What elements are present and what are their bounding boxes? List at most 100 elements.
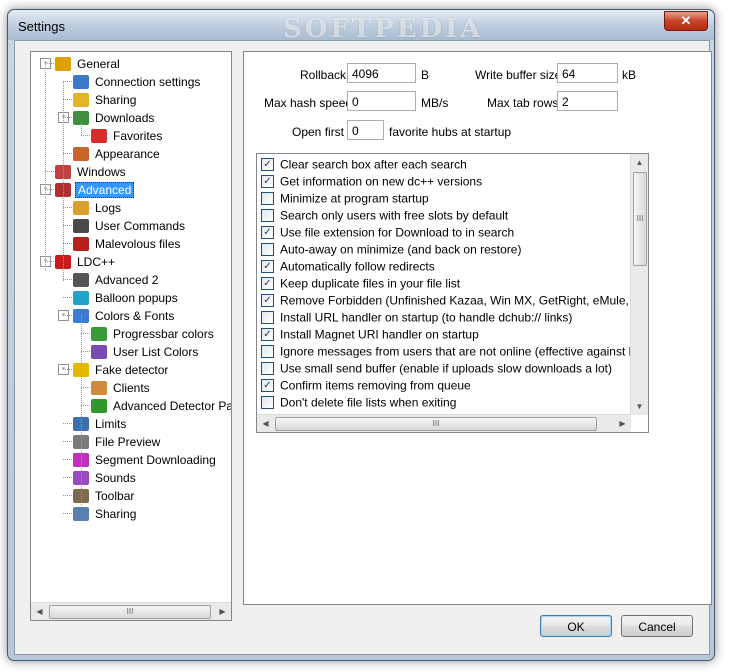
option-row[interactable]: ✓ Keep duplicate files in your file list: [261, 275, 460, 292]
option-checkbox[interactable]: [261, 345, 274, 359]
tree-item-logs[interactable]: Logs: [73, 198, 123, 216]
paint-icon: [73, 146, 89, 161]
options-checklist[interactable]: ✓ Clear search box after each search ✓ Get …: [256, 153, 649, 433]
options-scroll-thumb[interactable]: III: [633, 172, 647, 266]
option-row[interactable]: ✓ Confirm items removing from queue: [261, 377, 471, 394]
tree-connector-line: [45, 171, 54, 172]
tree-item-malevolous-files[interactable]: Malevolous files: [73, 234, 182, 252]
options-scroll-right-arrow-icon[interactable]: ▶: [614, 415, 631, 432]
tree-item-advanced-2[interactable]: Advanced 2: [73, 270, 160, 288]
option-checkbox[interactable]: ✓: [261, 328, 274, 342]
tree-item-connection-settings[interactable]: Connection settings: [73, 72, 202, 90]
tree-item-sounds[interactable]: Sounds: [73, 468, 138, 486]
option-checkbox[interactable]: ✓: [261, 158, 274, 172]
max-hash-unit: MB/s: [421, 96, 449, 110]
max-tab-rows-field[interactable]: 2: [557, 91, 618, 111]
tree-item-favorites[interactable]: Favorites: [91, 126, 164, 144]
tree-item-segment-downloading[interactable]: Segment Downloading: [73, 450, 218, 468]
log-icon: [73, 200, 89, 215]
settings-tree[interactable]: General - Connection settings Sharing Downlo…: [30, 51, 232, 621]
userlist-icon: [91, 344, 107, 359]
option-checkbox[interactable]: [261, 243, 274, 257]
write-buffer-field[interactable]: 64: [557, 63, 618, 83]
tree-item-advanced-detector[interactable]: Advanced Detector Pa: [91, 396, 231, 414]
option-checkbox[interactable]: ✓: [261, 277, 274, 291]
open-first-field[interactable]: 0: [347, 120, 384, 140]
options-hscroll-thumb[interactable]: III: [275, 417, 597, 431]
tree-item-fake-detector[interactable]: Fake detector: [73, 360, 170, 378]
tree-connector-line: [63, 423, 72, 424]
option-checkbox[interactable]: ✓: [261, 226, 274, 240]
option-checkbox[interactable]: [261, 362, 274, 376]
tree-item-advanced[interactable]: Advanced: [55, 180, 135, 198]
tree-item-colors-fonts[interactable]: Colors & Fonts: [73, 306, 176, 324]
tree-connector-line: [81, 135, 90, 136]
close-button[interactable]: ✕: [664, 11, 708, 31]
scroll-up-arrow-icon[interactable]: ▲: [631, 154, 648, 171]
option-row[interactable]: ✓ Get information on new dc++ versions: [261, 173, 482, 190]
tree-guide-line: [81, 123, 82, 135]
tree-item-windows[interactable]: Windows: [55, 162, 128, 180]
option-checkbox[interactable]: [261, 311, 274, 325]
tree-item-label: Favorites: [113, 128, 163, 143]
tree-connector-line: [63, 459, 72, 460]
option-row[interactable]: Minimize at program startup: [261, 190, 429, 207]
options-vertical-scrollbar[interactable]: ▲ III ▼: [630, 154, 648, 415]
tree-connector-line: [63, 315, 72, 316]
option-row[interactable]: ✓ Remove Forbidden (Unfinished Kazaa, Win…: [261, 292, 631, 309]
option-checkbox[interactable]: ✓: [261, 175, 274, 189]
option-label: Confirm items removing from queue: [280, 378, 471, 393]
command-icon: [73, 218, 89, 233]
warning-file-icon: [73, 236, 89, 251]
scroll-left-arrow-icon[interactable]: ◀: [31, 603, 48, 620]
option-row[interactable]: Search only users with free slots by def…: [261, 207, 508, 224]
option-row[interactable]: Auto-away on minimize (and back on resto…: [261, 241, 521, 258]
tree-item-ldc[interactable]: LDC++: [55, 252, 117, 270]
tree-item-clients[interactable]: Clients: [91, 378, 152, 396]
tree-item-balloon-popups[interactable]: Balloon popups: [73, 288, 180, 306]
option-checkbox[interactable]: ✓: [261, 379, 274, 393]
tree-item-appearance[interactable]: Appearance: [73, 144, 162, 162]
tree-item-general[interactable]: General: [55, 54, 122, 72]
tree-item-label: Advanced Detector Pa: [113, 398, 231, 413]
ok-button[interactable]: OK: [540, 615, 612, 637]
tree-connector-line: [81, 405, 90, 406]
option-row[interactable]: Don't delete file lists when exiting: [261, 394, 456, 411]
option-checkbox[interactable]: [261, 396, 274, 410]
tree-item-label: Appearance: [95, 146, 160, 161]
tree-item-label: User List Colors: [113, 344, 199, 359]
option-checkbox[interactable]: ✓: [261, 294, 274, 308]
scroll-down-arrow-icon[interactable]: ▼: [631, 398, 648, 415]
max-hash-field[interactable]: 0: [347, 91, 416, 111]
tree-horizontal-scrollbar[interactable]: ◀ III ▶: [31, 602, 231, 620]
tree-item-file-preview[interactable]: File Preview: [73, 432, 162, 450]
option-row[interactable]: ✓ Automatically follow redirects: [261, 258, 435, 275]
tree-item-downloads[interactable]: Downloads: [73, 108, 156, 126]
option-row[interactable]: Ignore messages from users that are not …: [261, 343, 631, 360]
tree-item-sharing[interactable]: Sharing: [73, 90, 138, 108]
scroll-thumb[interactable]: III: [49, 605, 211, 619]
tree-item-progressbar-colors[interactable]: Progressbar colors: [91, 324, 216, 342]
tree-item-label: Fake detector: [95, 362, 169, 377]
option-row[interactable]: ✓ Clear search box after each search: [261, 156, 467, 173]
tree-item-user-list-colors[interactable]: User List Colors: [91, 342, 200, 360]
option-checkbox[interactable]: [261, 209, 274, 223]
option-row[interactable]: Install URL handler on startup (to handl…: [261, 309, 572, 326]
option-row[interactable]: ✓ Use file extension for Download to in s…: [261, 224, 514, 241]
progressbar-icon: [91, 326, 107, 341]
option-checkbox[interactable]: [261, 192, 274, 206]
tree-item-label: Malevolous files: [95, 236, 181, 251]
tree-item-toolbar[interactable]: Toolbar: [73, 486, 136, 504]
options-scroll-left-arrow-icon[interactable]: ◀: [257, 415, 274, 432]
tree-connector-line: [63, 369, 72, 370]
option-checkbox[interactable]: ✓: [261, 260, 274, 274]
tree-item-sharing-2[interactable]: Sharing: [73, 504, 138, 522]
rollback-field[interactable]: 4096: [347, 63, 416, 83]
option-row[interactable]: ✓ Install Magnet URI handler on startup: [261, 326, 479, 343]
options-horizontal-scrollbar[interactable]: ◀ III ▶: [257, 414, 631, 432]
option-row[interactable]: Use small send buffer (enable if uploads…: [261, 360, 612, 377]
tree-item-user-commands[interactable]: User Commands: [73, 216, 187, 234]
scroll-right-arrow-icon[interactable]: ▶: [214, 603, 231, 620]
title-bar[interactable]: Settings SOFTPEDIA ✕: [8, 10, 714, 44]
cancel-button[interactable]: Cancel: [621, 615, 693, 637]
